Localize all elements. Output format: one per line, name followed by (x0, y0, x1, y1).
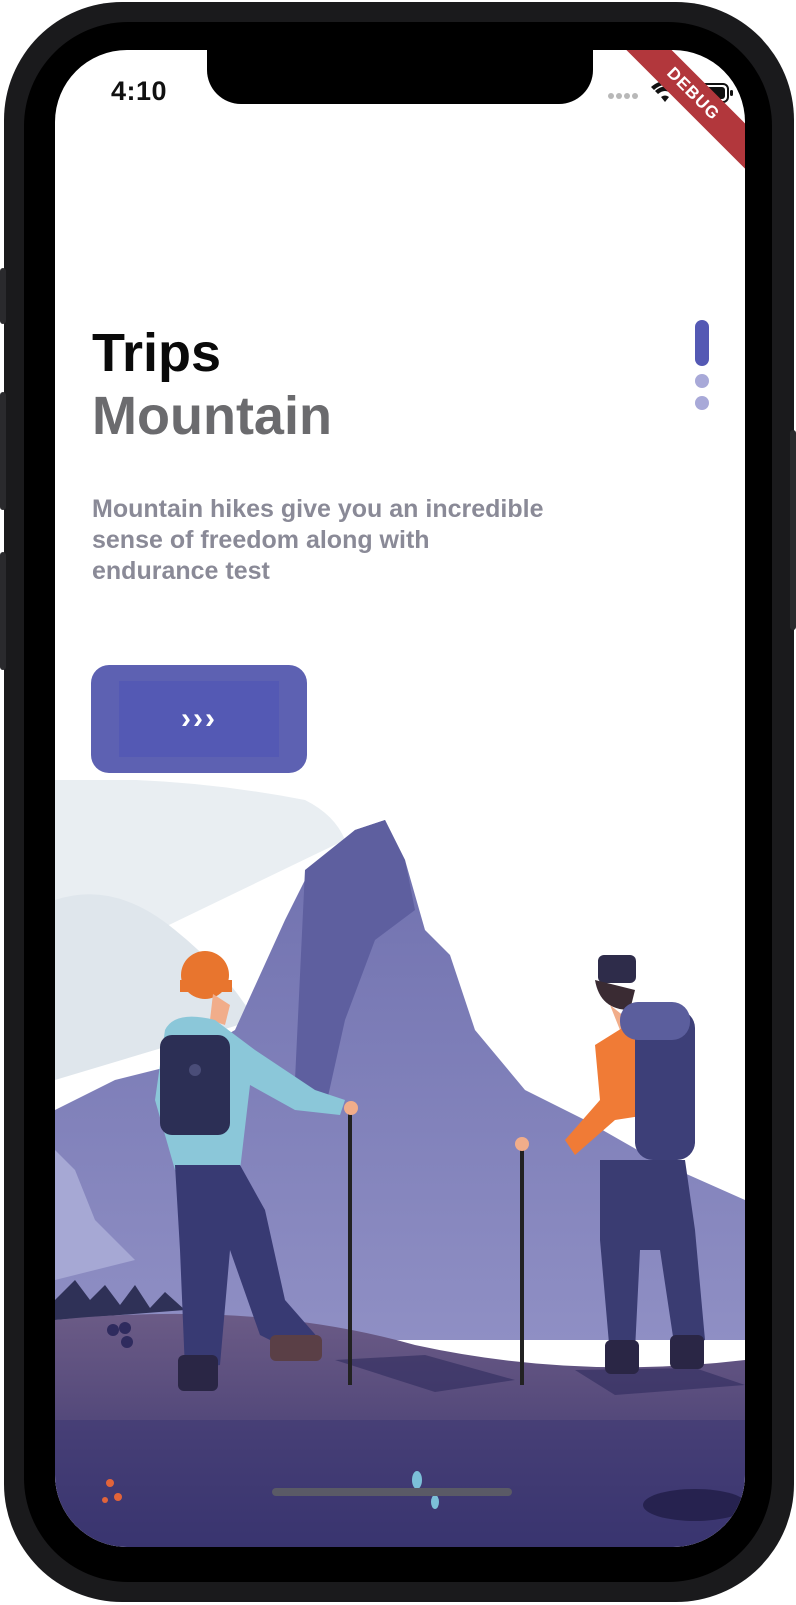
hikers-illustration (55, 780, 745, 1547)
volume-down-button (0, 552, 6, 670)
volume-up-button (0, 392, 6, 510)
home-indicator[interactable] (272, 1488, 512, 1496)
notch (207, 50, 593, 104)
chevrons-right-icon: ››› (181, 702, 217, 735)
page-title: Trips (92, 323, 222, 383)
next-button-inner: ››› (119, 681, 279, 757)
signal-dots-icon (607, 87, 641, 105)
status-time: 4:10 (111, 76, 168, 106)
page-dot[interactable] (695, 396, 709, 410)
next-button[interactable]: ››› (91, 665, 307, 773)
page-indicator (695, 320, 709, 410)
page-description: Mountain hikes give you an incredible se… (92, 495, 544, 585)
mute-switch (0, 268, 6, 324)
power-button (790, 430, 796, 630)
app-screen: 4:10 DEBUG Trips Mountain Mountain hikes… (55, 50, 745, 1547)
page-dot-active[interactable] (695, 320, 709, 366)
page-dot[interactable] (695, 374, 709, 388)
phone-frame: 4:10 DEBUG Trips Mountain Mountain hikes… (0, 0, 796, 1605)
page-subtitle: Mountain (92, 386, 332, 446)
